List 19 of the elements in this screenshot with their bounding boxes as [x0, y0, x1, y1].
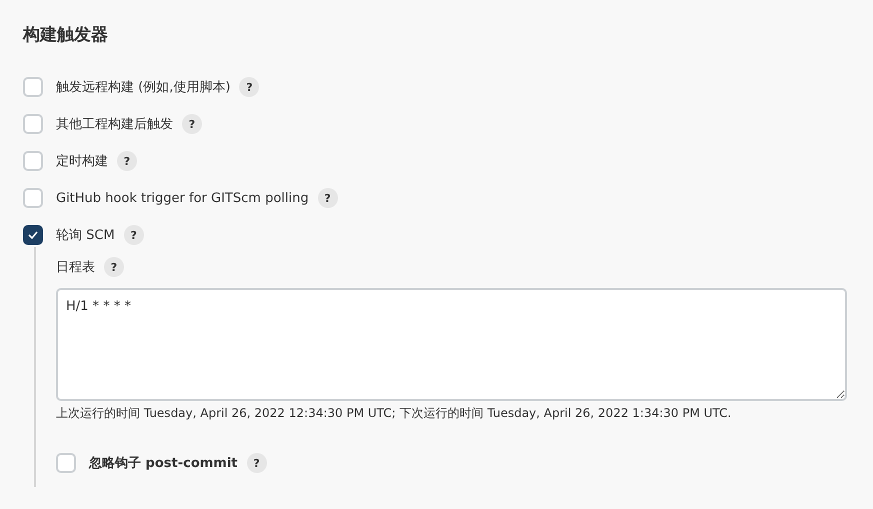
help-icon[interactable]: ? — [318, 188, 338, 208]
checkbox-label: 忽略钩子 post-commit — [89, 455, 238, 472]
help-icon[interactable]: ? — [117, 151, 137, 171]
checkbox-label: 定时构建 — [56, 153, 108, 170]
schedule-field[interactable]: H/1 * * * * — [56, 288, 847, 401]
help-icon[interactable]: ? — [246, 453, 267, 473]
help-icon[interactable]: ? — [182, 114, 202, 134]
help-icon[interactable]: ? — [239, 77, 260, 97]
checkbox-label: 轮询 SCM — [56, 227, 115, 244]
checkbox-label: GitHub hook trigger for GITScm polling — [56, 190, 309, 206]
field-label: 日程表 — [56, 259, 95, 276]
help-icon[interactable]: ? — [124, 225, 144, 245]
schedule-hint: 上次运行的时间 Tuesday, April 26, 2022 12:34:30 PM UTC; 下次运行的时间 Tuesday, April 26, 2022 1:34:30 PM UTC. — [56, 405, 732, 422]
section-title: 构建触发器 — [23, 24, 109, 47]
checkbox-label: 其他工程构建后触发 — [56, 116, 173, 133]
checkbox[interactable] — [23, 225, 43, 245]
checkmark-icon — [28, 231, 38, 239]
checkbox-label: 触发远程构建 (例如,使用脚本) — [56, 79, 230, 96]
help-icon[interactable]: ? — [104, 257, 124, 277]
